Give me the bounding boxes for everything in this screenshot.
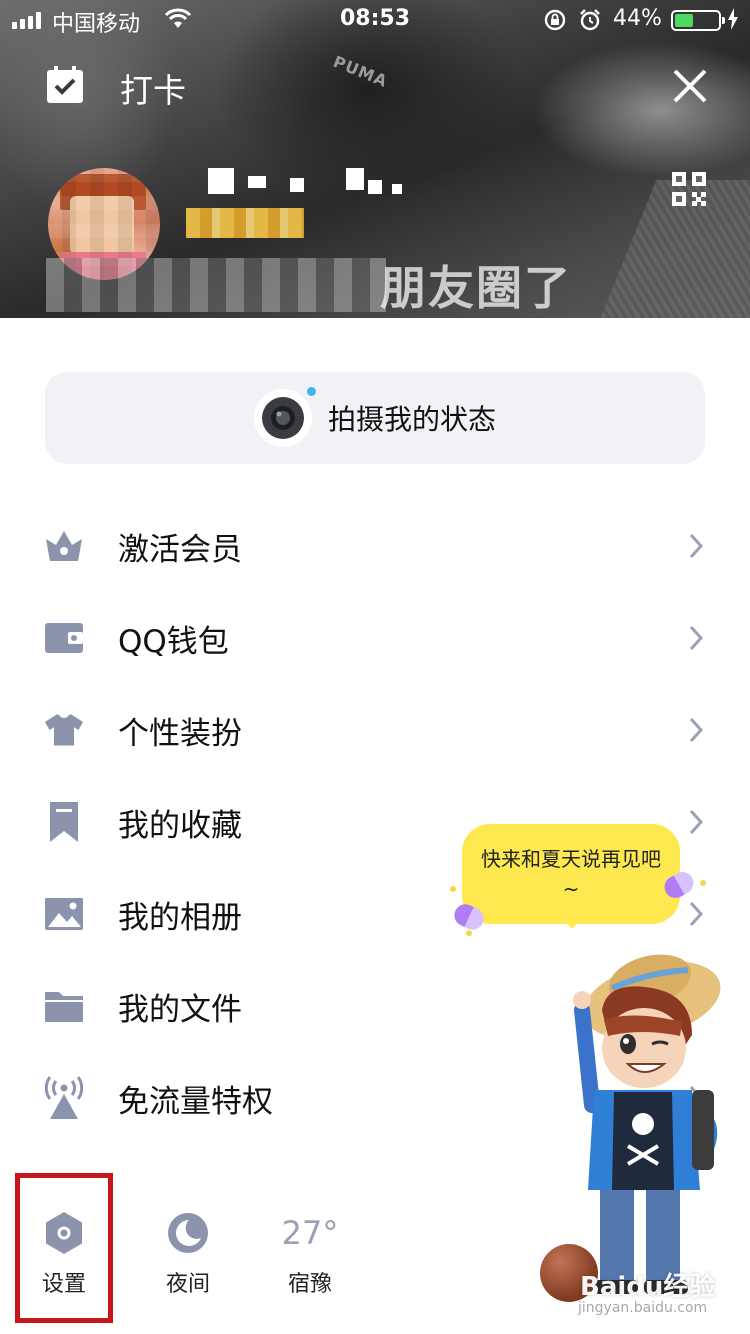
battery-icon bbox=[671, 10, 725, 31]
menu-label: 免流量特权 bbox=[118, 1084, 273, 1120]
menu-item-wallet[interactable]: QQ钱包 bbox=[0, 592, 750, 684]
alarm-icon bbox=[578, 8, 602, 36]
speech-bubble-text: 快来和夏天说再见吧~ bbox=[481, 847, 661, 901]
menu-label: 我的文件 bbox=[118, 992, 242, 1028]
tshirt-icon bbox=[44, 710, 84, 750]
menu-label: 激活会员 bbox=[118, 532, 242, 568]
status-bar: 中国移动 08:53 44% bbox=[0, 0, 750, 40]
moon-icon bbox=[143, 1210, 233, 1256]
camera-icon bbox=[253, 387, 316, 447]
capture-status-label: 拍摄我的状态 bbox=[327, 403, 496, 436]
checkin-label[interactable]: 打卡 bbox=[120, 64, 186, 112]
settings-button[interactable]: 设置 bbox=[19, 1210, 109, 1298]
menu-label: 我的相册 bbox=[118, 900, 242, 936]
crown-icon bbox=[44, 526, 84, 566]
sparkle-dot bbox=[700, 880, 706, 886]
profile-header: PUMA 中国移动 08:53 44% 打卡 朋友圈了 bbox=[0, 0, 750, 318]
weather-temperature: 27° bbox=[281, 1214, 339, 1252]
bookmark-icon bbox=[44, 802, 84, 842]
wallet-icon bbox=[44, 618, 84, 658]
chevron-right-icon bbox=[688, 808, 704, 840]
weather-widget[interactable]: 27° 宿豫 bbox=[265, 1210, 355, 1298]
battery-percent: 44% bbox=[613, 6, 662, 31]
nickname-pixelated bbox=[178, 168, 418, 196]
background-shirt-print: PUMA bbox=[330, 52, 391, 91]
watermark-brand: Baidu经验 bbox=[580, 1272, 716, 1302]
qr-code-icon[interactable] bbox=[672, 172, 706, 210]
speech-bubble[interactable]: 快来和夏天说再见吧~ bbox=[462, 824, 680, 924]
rotation-lock-icon bbox=[544, 9, 566, 35]
charging-bolt-icon bbox=[727, 8, 739, 34]
signature-text[interactable]: 朋友圈了 bbox=[380, 252, 572, 318]
photo-icon bbox=[44, 894, 84, 934]
watermark-url: jingyan.baidu.com bbox=[578, 1300, 708, 1316]
chevron-right-icon bbox=[688, 624, 704, 656]
battery-level-fill bbox=[675, 14, 694, 27]
night-mode-label: 夜间 bbox=[165, 1272, 210, 1297]
menu-item-vip[interactable]: 激活会员 bbox=[0, 500, 750, 592]
chevron-right-icon bbox=[688, 532, 704, 564]
folder-icon bbox=[44, 986, 84, 1026]
sparkle-dot bbox=[450, 886, 456, 892]
settings-label: 设置 bbox=[41, 1272, 86, 1297]
weather-city: 宿豫 bbox=[287, 1272, 332, 1297]
close-icon[interactable] bbox=[672, 68, 708, 108]
menu-label: 我的收藏 bbox=[118, 808, 242, 844]
capture-status-button[interactable]: 拍摄我的状态 bbox=[45, 372, 705, 464]
signal-tower-icon bbox=[44, 1076, 84, 1119]
sparkle-dot bbox=[466, 930, 472, 936]
menu-label: 个性装扮 bbox=[118, 716, 242, 752]
menu-label: QQ钱包 bbox=[118, 624, 229, 660]
vip-badge-pixelated bbox=[186, 208, 304, 238]
signature-pixelation bbox=[46, 258, 386, 312]
gear-icon bbox=[19, 1210, 109, 1256]
checkin-calendar-icon[interactable] bbox=[46, 66, 84, 108]
new-indicator-dot bbox=[306, 387, 316, 396]
night-mode-button[interactable]: 夜间 bbox=[143, 1210, 233, 1298]
chevron-right-icon bbox=[688, 716, 704, 748]
menu-item-theme[interactable]: 个性装扮 bbox=[0, 684, 750, 776]
speech-bubble-tail bbox=[560, 915, 584, 929]
chevron-right-icon bbox=[688, 900, 704, 932]
